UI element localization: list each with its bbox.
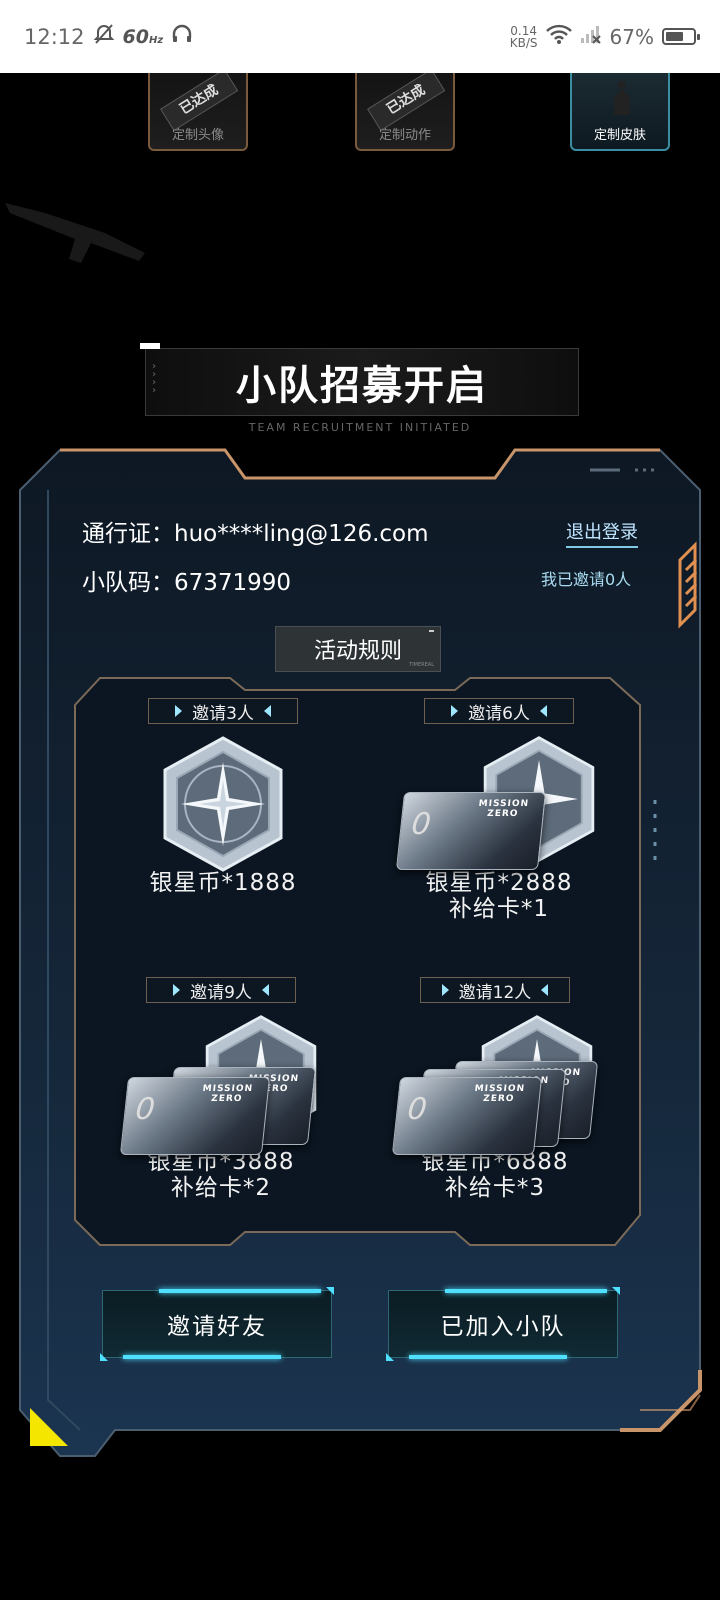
- tier-reward: 银星币*2888 补给卡*1: [425, 870, 573, 922]
- tier-reward: 银星币*6888 补给卡*3: [421, 1149, 569, 1201]
- arrow-left-icon: [541, 984, 549, 996]
- rules-button-label: 活动规则: [313, 639, 402, 664]
- tier-invite-9: 邀请9人 0MISSION ZERO 0MISSION ZERO 银星币*388…: [86, 977, 356, 1201]
- tier-head: 邀请6人: [424, 698, 574, 724]
- invite-friends-button[interactable]: 邀请好友: [100, 1287, 334, 1361]
- supply-card-icon: 0MISSION ZERO: [119, 1077, 271, 1155]
- team-code-value: 67371990: [174, 570, 292, 596]
- pass-line: 通行证：huo****ling@126.com: [82, 514, 429, 548]
- arrow-right-icon: [451, 705, 459, 717]
- tier-invite-12: 邀请12人 0MISSION ZERO 0MISSION ZERO 0MISSI…: [360, 977, 630, 1201]
- invite-button-label: 邀请好友: [167, 1314, 267, 1340]
- tier-reward: 银星币*3888 补给卡*2: [147, 1149, 295, 1201]
- tier-head: 邀请12人: [420, 977, 570, 1003]
- tier-head: 邀请3人: [148, 698, 298, 724]
- supply-card-icon: 0MISSION ZERO: [391, 1077, 543, 1155]
- tier-invite-3: 邀请3人 银星币*1888: [88, 698, 358, 896]
- silver-star-coin-icon: [163, 736, 283, 872]
- tier-art: [88, 730, 358, 872]
- pass-value: huo****ling@126.com: [174, 521, 429, 547]
- corner-dot: [429, 630, 434, 632]
- joined-team-button[interactable]: 已加入小队: [386, 1287, 620, 1361]
- supply-card-icon: 0MISSION ZERO: [395, 792, 547, 870]
- arrow-right-icon: [441, 984, 449, 996]
- tier-art: 0 MISSION ZERO: [364, 730, 634, 870]
- tier-invite-6: 邀请6人 0 MISSION ZERO 银星币*2888 补给卡*1: [364, 698, 634, 922]
- team-code-line: 小队码：67371990: [82, 563, 291, 597]
- joined-button-label: 已加入小队: [440, 1314, 566, 1340]
- tier-head: 邀请9人: [146, 977, 296, 1003]
- corner-accent: [30, 1408, 68, 1446]
- rules-button[interactable]: 活动规则 TIMEREAL: [275, 626, 441, 672]
- arrow-right-icon: [175, 705, 183, 717]
- arrow-left-icon: [263, 705, 271, 717]
- logout-link[interactable]: 退出登录: [566, 518, 638, 548]
- corner-tag: TIMEREAL: [409, 662, 434, 668]
- arrow-right-icon: [173, 984, 181, 996]
- pass-label: 通行证：: [82, 521, 174, 547]
- tier-art: 0MISSION ZERO 0MISSION ZERO: [86, 1009, 356, 1155]
- arrow-left-icon: [539, 705, 547, 717]
- arrow-left-icon: [261, 984, 269, 996]
- team-code-label: 小队码：: [82, 570, 174, 596]
- invited-count: 我已邀请0人: [541, 570, 632, 589]
- tier-art: 0MISSION ZERO 0MISSION ZERO 0MISSION ZER…: [360, 1009, 630, 1155]
